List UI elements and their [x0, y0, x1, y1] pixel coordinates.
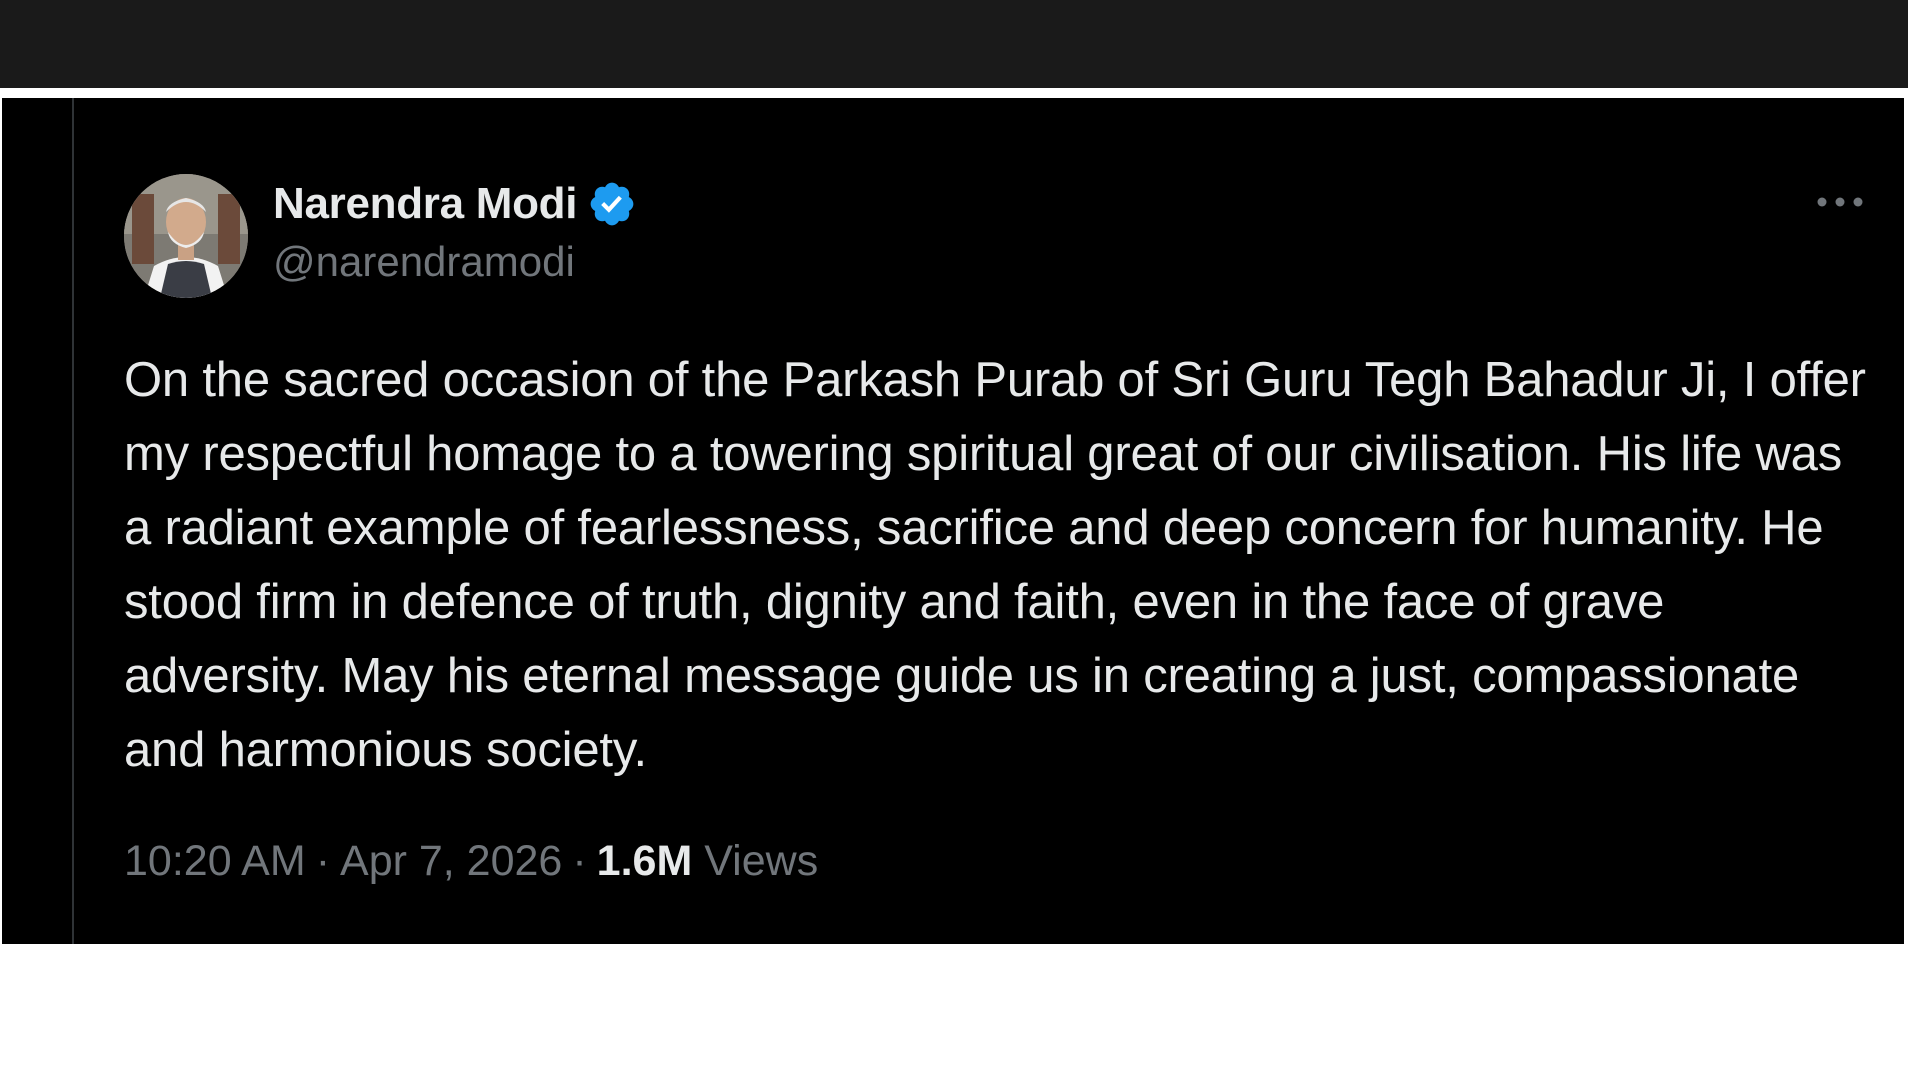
tweet-card: Narendra Modi @narendramodi On the sacre…: [2, 98, 1904, 944]
author-name-row[interactable]: Narendra Modi: [273, 176, 637, 232]
views-link[interactable]: 1.6M Views: [597, 837, 819, 886]
author-display-name[interactable]: Narendra Modi: [273, 179, 577, 229]
more-horizontal-icon[interactable]: [1814, 190, 1866, 214]
views-label: Views: [704, 836, 819, 885]
top-bar: [0, 0, 1908, 88]
meta-separator: ·: [315, 836, 331, 885]
tweet-time[interactable]: 10:20 AM: [124, 837, 306, 886]
author-handle[interactable]: @narendramodi: [273, 238, 575, 286]
views-count: 1.6M: [596, 836, 693, 885]
tweet-meta: 10:20 AM · Apr 7, 2026 · 1.6M Views: [124, 833, 818, 889]
meta-separator: ·: [572, 836, 587, 885]
verified-badge-icon[interactable]: [587, 179, 637, 229]
tweet-date[interactable]: Apr 7, 2026: [340, 837, 562, 886]
profile-avatar[interactable]: [124, 174, 248, 298]
tweet-text: On the sacred occasion of the Parkash Pu…: [124, 353, 1866, 777]
divider: [72, 98, 74, 944]
avatar-image: [124, 174, 248, 298]
